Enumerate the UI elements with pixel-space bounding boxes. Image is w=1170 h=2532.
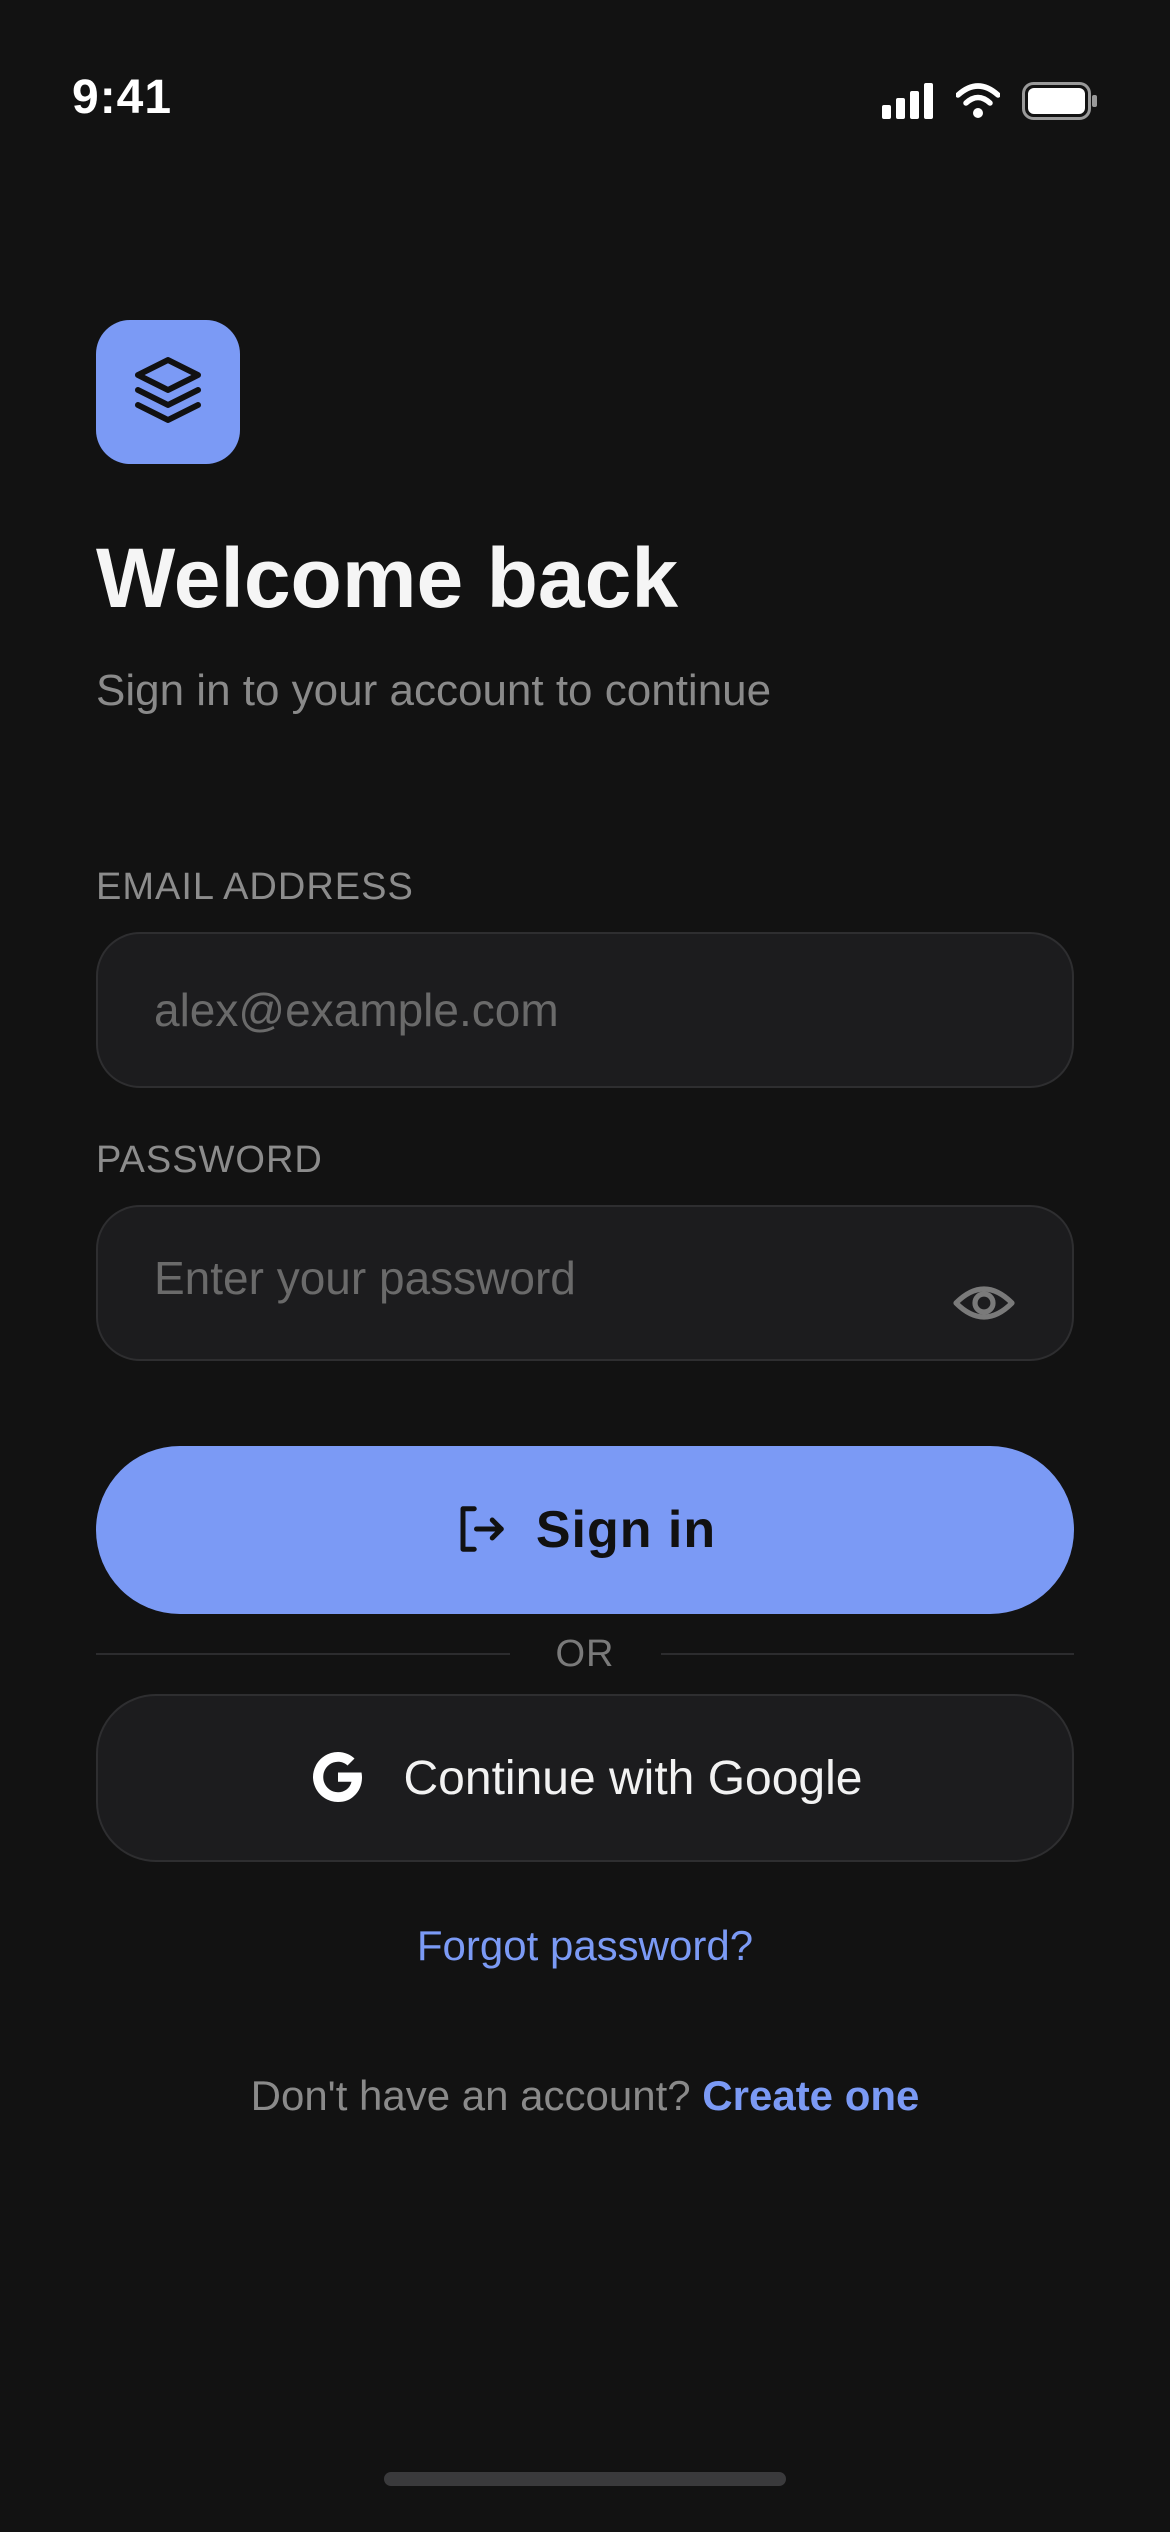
- log-in-icon: [454, 1502, 508, 1559]
- page-subtitle: Sign in to your account to continue: [96, 666, 772, 715]
- divider-text: OR: [555, 1632, 615, 1675]
- sign-in-button[interactable]: Sign in: [96, 1446, 1074, 1614]
- email-field-container: [96, 932, 1074, 1088]
- app-logo: [96, 320, 240, 464]
- password-label: PASSWORD: [96, 1139, 323, 1181]
- no-account-text: Don't have an account?: [250, 2072, 691, 2119]
- google-sign-in-label: Continue with Google: [403, 1751, 863, 1805]
- status-time: 9:41: [72, 71, 173, 124]
- google-icon: [308, 1747, 368, 1810]
- google-sign-in-button[interactable]: Continue with Google: [96, 1694, 1074, 1862]
- page-title: Welcome back: [96, 531, 679, 625]
- battery-icon: [1022, 82, 1098, 125]
- password-field-container: [96, 1205, 1074, 1361]
- eye-icon[interactable]: [952, 1281, 1016, 1325]
- status-icons: [882, 82, 1098, 125]
- wifi-icon: [955, 83, 1001, 124]
- cellular-signal-icon: [882, 83, 934, 124]
- or-divider: OR: [96, 1630, 1074, 1678]
- home-indicator: [384, 2472, 786, 2486]
- password-input[interactable]: [98, 1207, 1072, 1359]
- sign-in-label: Sign in: [535, 1501, 717, 1559]
- forgot-password-row: Forgot password?: [0, 1922, 1170, 1970]
- email-label: EMAIL ADDRESS: [96, 866, 414, 908]
- create-account-link[interactable]: Create one: [702, 2072, 919, 2119]
- forgot-password-link[interactable]: Forgot password?: [417, 1922, 753, 1969]
- email-input[interactable]: [98, 934, 1072, 1086]
- divider-line-left: [96, 1653, 510, 1655]
- layers-icon: [132, 354, 204, 431]
- signup-row: Don't have an account? Create one: [0, 2072, 1170, 2120]
- divider-line-right: [660, 1653, 1074, 1655]
